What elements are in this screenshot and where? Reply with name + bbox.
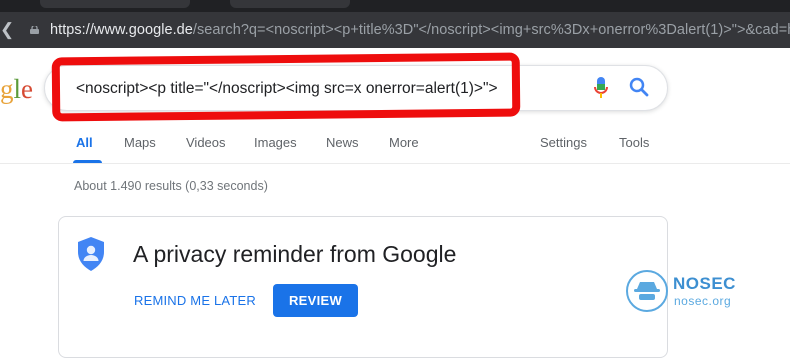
remind-me-later-button[interactable]: REMIND ME LATER	[134, 293, 256, 308]
google-logo[interactable]: gle	[0, 74, 33, 104]
search-tabs: All Maps Videos Images News More Setting…	[0, 135, 790, 165]
browser-tab-strip	[0, 0, 790, 12]
agent-hat-icon	[634, 282, 660, 300]
tab-more[interactable]: More	[389, 135, 419, 151]
url-text[interactable]: https://www.google.de/search?q=<noscript…	[50, 21, 790, 39]
tab-news[interactable]: News	[326, 135, 359, 151]
watermark-domain: nosec.org	[674, 294, 732, 308]
review-button[interactable]: REVIEW	[273, 284, 358, 317]
browser-tab[interactable]	[40, 0, 190, 8]
watermark-name: NOSEC	[673, 274, 736, 293]
url-path: /search?q=<noscript><p+title%3D"</noscri…	[192, 22, 790, 38]
lock-icon	[30, 26, 39, 34]
back-arrow-icon[interactable]: ❮	[0, 20, 12, 40]
mic-icon[interactable]	[593, 76, 609, 100]
tab-settings[interactable]: Settings	[540, 135, 587, 151]
privacy-card-title: A privacy reminder from Google	[133, 241, 457, 267]
browser-tab[interactable]	[230, 0, 350, 8]
tab-all[interactable]: All	[76, 135, 93, 151]
tab-images[interactable]: Images	[254, 135, 297, 151]
tab-videos[interactable]: Videos	[186, 135, 226, 151]
nosec-logo-icon	[626, 270, 668, 312]
address-bar[interactable]: ❮ https://www.google.de/search?q=<noscri…	[0, 12, 790, 48]
tabs-divider	[0, 163, 790, 164]
shield-user-icon	[78, 237, 104, 271]
tab-maps[interactable]: Maps	[124, 135, 156, 151]
results-stats: About 1.490 results (0,33 seconds)	[74, 179, 268, 193]
search-icon[interactable]	[628, 76, 650, 98]
url-host: https://www.google.de	[50, 22, 193, 38]
tab-tools[interactable]: Tools	[619, 135, 649, 151]
highlight-annotation	[51, 52, 521, 122]
